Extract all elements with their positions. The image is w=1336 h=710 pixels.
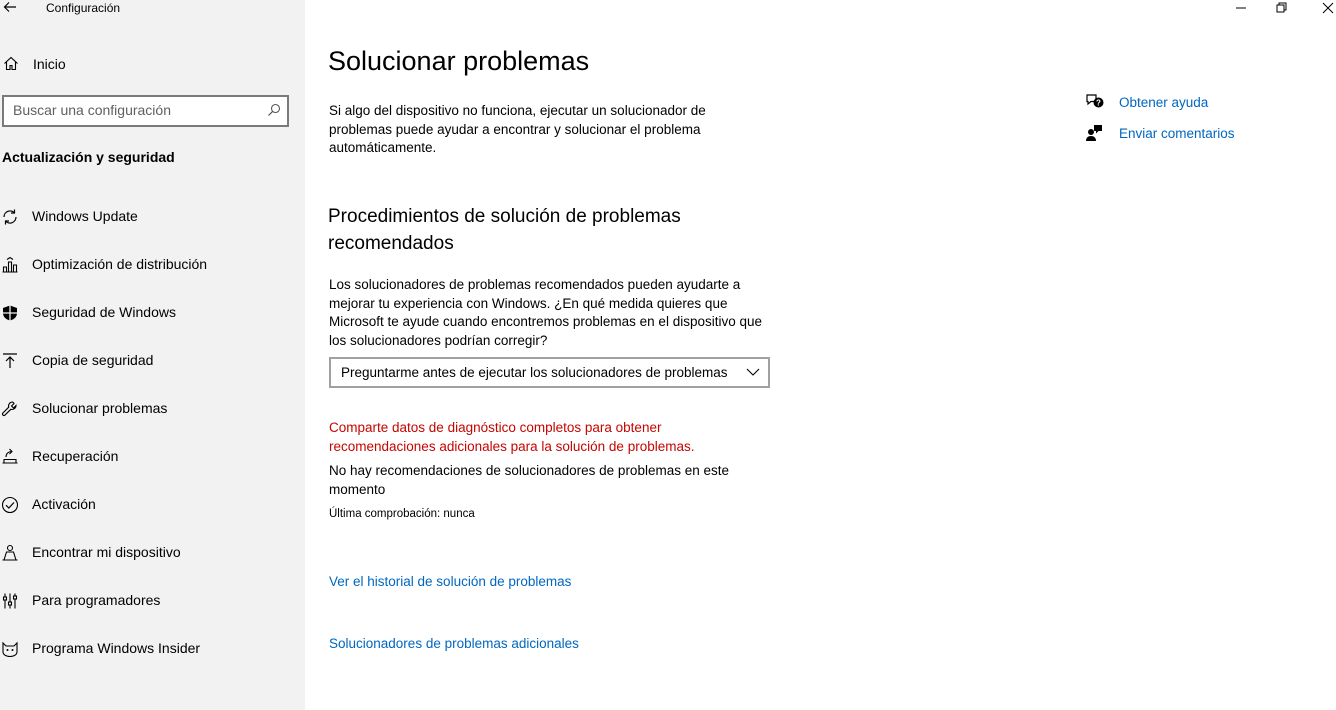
wrench-icon (1, 401, 17, 417)
search-box[interactable] (2, 95, 289, 127)
sidebar-item-label: Optimización de distribución (32, 256, 208, 272)
sidebar-item-delivery-optimization[interactable]: Optimización de distribución (0, 244, 300, 284)
sidebar-item-label: Solucionar problemas (32, 400, 168, 416)
sidebar-item-windows-update[interactable]: Windows Update (0, 196, 300, 236)
chevron-down-icon (746, 368, 760, 376)
recovery-icon (2, 448, 18, 464)
troubleshooter-preference-dropdown[interactable]: Preguntarme antes de ejecutar los soluci… (329, 357, 770, 388)
shield-icon (3, 305, 17, 321)
minimize-icon (1236, 7, 1246, 9)
minimize-button[interactable] (1218, 0, 1264, 16)
sidebar: Configuración Inicio Actualización y seg… (0, 0, 305, 710)
feedback-person-icon (1086, 125, 1102, 141)
main-content: Solucionar problemas Si algo del disposi… (305, 0, 1336, 710)
sidebar-item-windows-insider[interactable]: Programa Windows Insider (0, 628, 300, 668)
close-icon (1322, 2, 1334, 14)
sidebar-item-developers[interactable]: Para programadores (0, 580, 300, 620)
chat-help-icon: ? (1086, 94, 1104, 108)
home-nav-item[interactable]: Inicio (0, 52, 300, 76)
sidebar-item-label: Recuperación (32, 448, 119, 464)
search-input[interactable] (13, 102, 253, 118)
svg-text:?: ? (1096, 99, 1101, 108)
back-arrow-icon (3, 2, 16, 12)
dropdown-value: Preguntarme antes de ejecutar los soluci… (341, 365, 728, 380)
back-button[interactable] (2, 0, 22, 16)
last-check-text: Última comprobación: nunca (329, 508, 475, 520)
intro-text: Si algo del dispositivo no funciona, eje… (329, 103, 706, 155)
sidebar-item-label: Activación (32, 496, 96, 512)
person-location-icon (2, 544, 18, 561)
sidebar-item-activation[interactable]: Activación (0, 484, 300, 524)
get-help-label: Obtener ayuda (1119, 95, 1209, 110)
sidebar-item-find-my-device[interactable]: Encontrar mi dispositivo (0, 532, 300, 572)
recommended-heading: Procedimientos de solución de problemas … (328, 206, 681, 254)
home-label: Inicio (33, 56, 66, 72)
sidebar-item-label: Copia de seguridad (32, 352, 154, 368)
no-recommendations-text: No hay recomendaciones de solucionadores… (329, 463, 729, 497)
send-feedback-label: Enviar comentarios (1119, 126, 1235, 141)
developer-tools-icon (2, 593, 18, 609)
page-title: Solucionar problemas (328, 46, 590, 76)
backup-arrow-icon (3, 353, 17, 368)
home-icon (4, 56, 18, 71)
recommended-description: Los solucionadores de problemas recomend… (329, 277, 762, 348)
sidebar-item-recovery[interactable]: Recuperación (0, 436, 300, 476)
sidebar-item-windows-security[interactable]: Seguridad de Windows (0, 292, 300, 332)
section-title: Actualización y seguridad (2, 149, 175, 165)
search-icon (268, 103, 281, 116)
sidebar-item-troubleshoot[interactable]: Solucionar problemas (0, 388, 300, 428)
delivery-optimization-icon (2, 256, 18, 273)
close-button[interactable] (1290, 0, 1336, 16)
sidebar-item-label: Seguridad de Windows (32, 304, 176, 320)
sidebar-item-label: Para programadores (32, 592, 161, 608)
history-link[interactable]: Ver el historial de solución de problema… (329, 574, 571, 589)
insider-cat-icon (2, 641, 18, 658)
additional-troubleshooters-link[interactable]: Solucionadores de problemas adicionales (329, 636, 579, 651)
sidebar-item-label: Programa Windows Insider (32, 640, 201, 656)
diagnostic-data-warning: Comparte datos de diagnóstico completos … (329, 420, 695, 454)
check-circle-icon (1, 496, 19, 514)
sidebar-item-label: Windows Update (32, 208, 138, 224)
sidebar-item-backup[interactable]: Copia de seguridad (0, 340, 300, 380)
sidebar-item-label: Encontrar mi dispositivo (32, 544, 181, 560)
app-title: Configuración (46, 1, 121, 15)
sync-icon (3, 209, 17, 225)
